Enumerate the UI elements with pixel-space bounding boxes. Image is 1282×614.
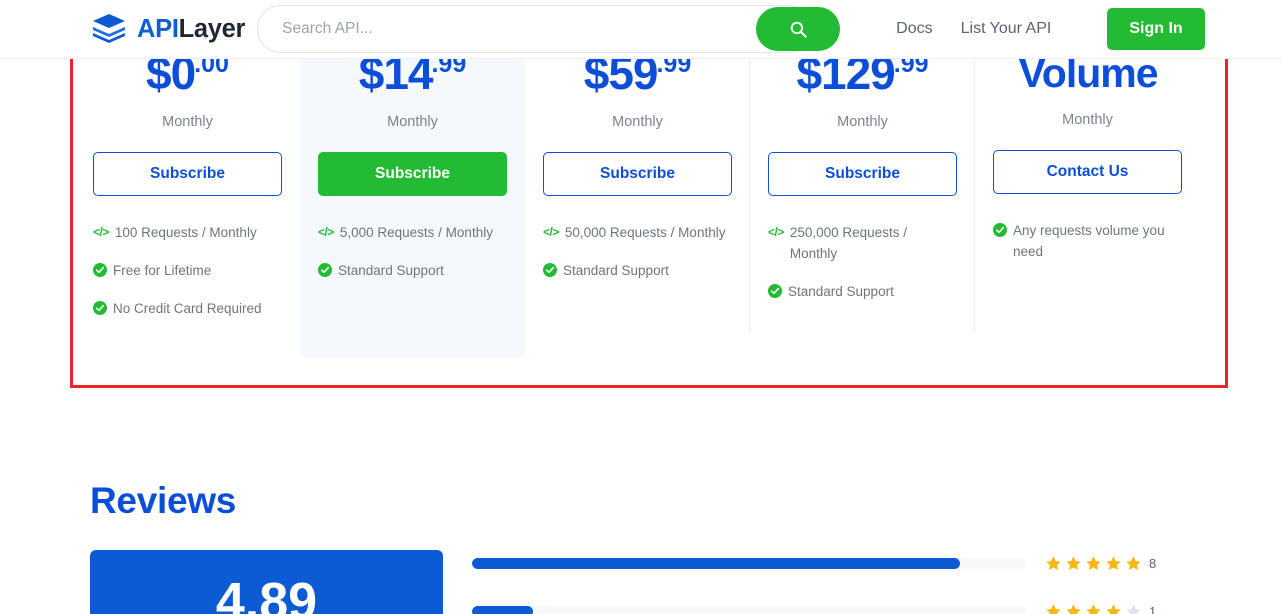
subscribe-button-starter[interactable]: Subscribe [318, 152, 507, 196]
apilayer-logo[interactable]: APILayer [90, 12, 245, 46]
check-circle-icon [93, 263, 107, 277]
rating-distribution: 8 1 [472, 551, 1182, 614]
star-icon [1126, 603, 1141, 614]
star-rating-5 [1045, 555, 1142, 572]
check-circle-icon [993, 223, 1007, 237]
feature-text: Standard Support [788, 284, 894, 299]
review-score-card: 4.89 [90, 550, 443, 614]
plan-period: Monthly [612, 114, 663, 130]
star-icon [1066, 555, 1081, 570]
feature-item: </> 250,000 Requests / Monthly [768, 222, 957, 264]
feature-text: Free for Lifetime [113, 263, 212, 278]
feature-item: Standard Support [543, 260, 732, 281]
rating-row-4-star: 1 [472, 599, 1182, 614]
star-icon [1046, 555, 1061, 570]
rating-count: 8 [1149, 555, 1157, 571]
search-box [257, 5, 841, 53]
search-input[interactable] [257, 5, 813, 53]
code-icon: </> [318, 225, 334, 239]
nav-item-list-your-api[interactable]: List Your API [961, 20, 1052, 38]
plan-features: </> 50,000 Requests / Monthly Standard S… [543, 222, 732, 281]
plan-features: Any requests volume you need [993, 220, 1182, 262]
subscribe-button-free[interactable]: Subscribe [93, 152, 282, 196]
rating-bar-track [472, 605, 1027, 614]
feature-text: 5,000 Requests / Monthly [339, 225, 493, 240]
feature-item: Standard Support [318, 260, 507, 281]
feature-item: </> 5,000 Requests / Monthly [318, 222, 507, 243]
logo-text: APILayer [137, 15, 245, 44]
search-icon [790, 21, 807, 38]
code-icon: </> [93, 225, 109, 239]
plan-period: Monthly [387, 114, 438, 130]
subscribe-button-pro[interactable]: Subscribe [543, 152, 732, 196]
reviews-title: Reviews [90, 480, 236, 521]
check-circle-icon [93, 301, 107, 315]
apilayer-stack-logo-icon [93, 14, 125, 43]
logo-text-layer: Layer [178, 14, 246, 43]
logo-text-api: API [137, 14, 179, 43]
feature-text: No Credit Card Required [113, 301, 262, 316]
feature-item: No Credit Card Required [93, 298, 282, 319]
star-icon [1086, 555, 1101, 570]
feature-text: 100 Requests / Monthly [114, 225, 257, 240]
feature-item: Any requests volume you need [993, 220, 1182, 262]
sign-in-button[interactable]: Sign In [1107, 8, 1205, 50]
star-rating-4 [1045, 603, 1142, 614]
main-nav: Docs List Your API Sign In [896, 8, 1205, 50]
plan-features: </> 250,000 Requests / Monthly Standard … [768, 222, 957, 302]
code-icon: </> [768, 225, 784, 239]
nav-item-docs[interactable]: Docs [896, 20, 932, 38]
check-circle-icon [768, 284, 782, 298]
star-icon [1126, 555, 1141, 570]
rating-bar-fill [472, 557, 961, 569]
feature-item: </> 50,000 Requests / Monthly [543, 222, 732, 243]
feature-text: Any requests volume you need [1013, 223, 1165, 259]
site-header: APILayer Docs List Your API Sign In [0, 0, 1282, 59]
plan-features: </> 5,000 Requests / Monthly Standard Su… [318, 222, 507, 281]
star-icon [1066, 603, 1081, 614]
plan-period: Monthly [837, 114, 888, 130]
feature-text: 50,000 Requests / Monthly [564, 225, 726, 240]
check-circle-icon [318, 263, 332, 277]
feature-text: Standard Support [563, 263, 669, 278]
feature-item: Free for Lifetime [93, 260, 282, 281]
plan-period: Monthly [1062, 112, 1113, 128]
search-submit-button[interactable] [756, 7, 841, 51]
feature-item: Standard Support [768, 281, 957, 302]
contact-us-button[interactable]: Contact Us [993, 150, 1182, 194]
rating-count: 1 [1149, 603, 1157, 614]
page-root: APILayer Docs List Your API Sign In Free… [0, 0, 1282, 614]
code-icon: </> [543, 225, 559, 239]
plan-features: </> 100 Requests / Monthly Free for Life… [93, 222, 282, 319]
feature-text: 250,000 Requests / Monthly [789, 225, 907, 261]
rating-bar-track [472, 557, 1027, 569]
plan-period: Monthly [162, 114, 213, 130]
rating-bar-fill [472, 605, 534, 614]
feature-text: Standard Support [338, 263, 444, 278]
star-icon [1086, 603, 1101, 614]
star-icon [1106, 603, 1121, 614]
feature-item: </> 100 Requests / Monthly [93, 222, 282, 243]
star-icon [1046, 603, 1061, 614]
subscribe-button-enterprise[interactable]: Subscribe [768, 152, 957, 196]
star-icon [1106, 555, 1121, 570]
check-circle-icon [543, 263, 557, 277]
rating-row-5-star: 8 [472, 551, 1182, 575]
review-score-value: 4.89 [215, 573, 318, 614]
